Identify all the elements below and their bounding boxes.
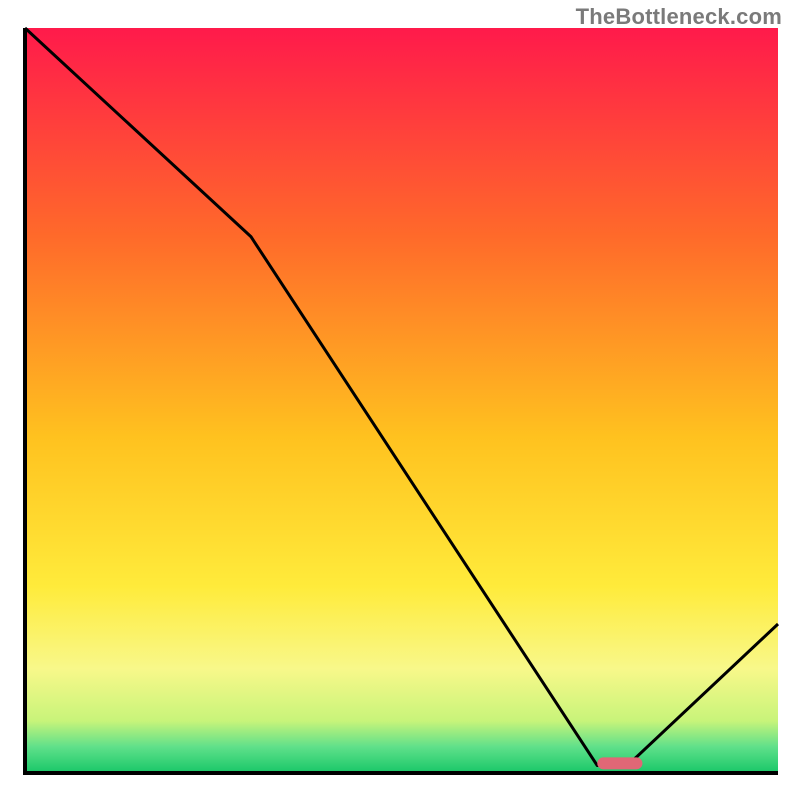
gradient-background [25,28,778,773]
optimal-marker [597,757,642,769]
bottleneck-chart [0,0,800,800]
chart-frame: TheBottleneck.com [0,0,800,800]
